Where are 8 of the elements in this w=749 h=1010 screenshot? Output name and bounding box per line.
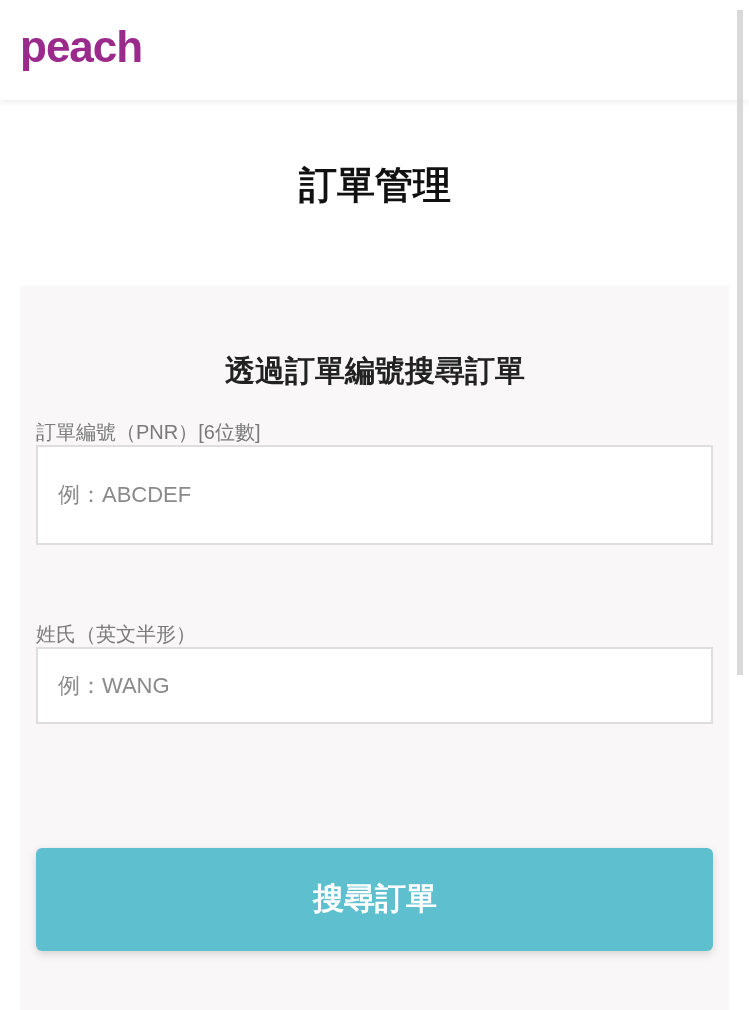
page-title: 訂單管理 [298,163,451,207]
field-label: 姓氏（英文半形） [36,622,196,646]
input-field[interactable]: 例：ABCDEF [36,445,713,545]
input-field[interactable]: 例：WANG [36,647,713,724]
field-label: 訂單編號（PNR）[6位數] [36,420,261,444]
scrollbar[interactable] [737,10,743,675]
panel-heading: 透過訂單編號搜尋訂單 [224,353,525,389]
logo[interactable]: peach [20,25,143,75]
